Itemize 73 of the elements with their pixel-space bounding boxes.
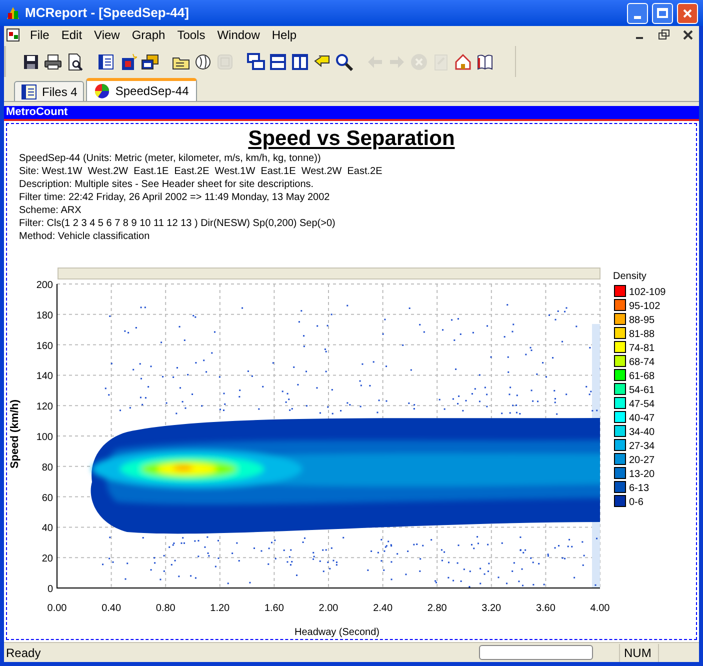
menu-item[interactable]: Help: [266, 26, 303, 44]
x-tick-label: 0.80: [156, 603, 176, 614]
legend-label: 74-81: [629, 343, 655, 354]
menu-item[interactable]: Edit: [55, 26, 88, 44]
menu-item[interactable]: Window: [211, 26, 266, 44]
x-tick-label: 0.00: [47, 603, 67, 614]
panel-title: MetroCount: [4, 106, 699, 121]
legend-label: 95-102: [629, 301, 660, 312]
x-tick-label: 2.00: [318, 603, 338, 614]
menu-item[interactable]: Tools: [171, 26, 212, 44]
x-axis-title: Headway (Second): [294, 627, 380, 638]
legend-label: 6-13: [629, 483, 650, 494]
y-tick-label: 100: [36, 432, 53, 443]
legend-label: 47-54: [629, 399, 655, 410]
report-title: Speed vs Separation: [248, 127, 455, 151]
num-lock-indicator: NUM: [619, 644, 659, 662]
menu-item[interactable]: Graph: [126, 26, 172, 44]
legend-label: 0-6: [629, 497, 644, 508]
report-info-line: Method: Vehicle classification: [19, 230, 150, 243]
legend-label: 40-47: [629, 413, 655, 424]
x-tick-label: 0.40: [102, 603, 122, 614]
legend-label: 20-27: [629, 455, 655, 466]
x-tick-label: 2.40: [373, 603, 393, 614]
pie-chart-icon: [94, 83, 110, 99]
legend-label: 27-34: [629, 441, 655, 452]
y-tick-label: 200: [36, 280, 53, 291]
x-tick-label: 3.60: [536, 603, 556, 614]
tab[interactable]: Files 4: [14, 81, 84, 101]
legend-label: 81-88: [629, 329, 655, 340]
x-tick-label: 2.80: [427, 603, 447, 614]
legend-label: 88-95: [629, 315, 655, 326]
close-button[interactable]: [677, 2, 698, 24]
y-tick-label: 20: [42, 554, 53, 565]
y-axis-title: Speed (km/h): [9, 399, 21, 469]
report-info-line: SpeedSep-44 (Units: Metric (meter, kilometer, m/s, km/h, kg, tonne)): [19, 152, 321, 165]
legend-label: 68-74: [629, 357, 655, 368]
x-tick-label: 1.20: [210, 603, 230, 614]
y-tick-label: 160: [36, 340, 53, 352]
y-tick-label: 60: [42, 492, 53, 504]
close-icon[interactable]: [681, 28, 695, 42]
y-tick-label: 140: [36, 371, 53, 382]
list-window-icon: [21, 84, 37, 100]
status-text: Ready: [5, 644, 42, 662]
menu-item[interactable]: View: [88, 26, 126, 44]
report-info-line: Description: Multiple sites - See Header sheet for site descriptions.: [19, 178, 314, 191]
y-tick-label: 40: [42, 523, 53, 534]
minimize-button[interactable]: [627, 2, 648, 24]
menu-item[interactable]: File: [24, 26, 56, 44]
legend-label: 54-61: [629, 385, 655, 396]
close-icon: [682, 8, 693, 18]
restore-icon[interactable]: [657, 28, 671, 42]
y-tick-label: 180: [36, 310, 53, 322]
app-icon: [5, 5, 21, 21]
cascade-windows-icon[interactable]: [245, 50, 267, 72]
legend-label: 61-68: [629, 371, 655, 382]
y-tick-label: 120: [36, 402, 53, 413]
document-icon[interactable]: [6, 27, 22, 43]
legend-label: 102-109: [629, 287, 666, 298]
window-title: MCReport - [SpeedSep-44]: [25, 4, 190, 22]
report-info-line: Filter time: 22:42 Friday, 26 April 2002 => 11:49 Monday, 13 May 2002: [19, 191, 330, 204]
legend-title: Density: [613, 271, 646, 282]
x-tick-label: 3.20: [482, 603, 502, 614]
y-tick-label: 80: [42, 462, 53, 474]
report-info-line: Filter: Cls(1 2 3 4 5 6 7 8 9 10 11 12 13 ) Dir(NESW) Sp(0,200) Sep(>0): [19, 217, 336, 230]
x-tick-label: 4.00: [590, 603, 610, 614]
x-tick-label: 1.60: [264, 603, 284, 614]
legend-label: 13-20: [629, 469, 655, 480]
report-info-line: Site: West.1W West.2W East.1E East.2E West.1W East.1E West.2W East.2E: [19, 165, 382, 178]
report-info-line: Scheme: ARX: [19, 204, 82, 217]
tab[interactable]: SpeedSep-44: [86, 78, 197, 101]
legend-label: 34-40: [629, 427, 655, 438]
maximize-button[interactable]: [652, 2, 673, 24]
y-tick-label: 0: [47, 584, 53, 595]
